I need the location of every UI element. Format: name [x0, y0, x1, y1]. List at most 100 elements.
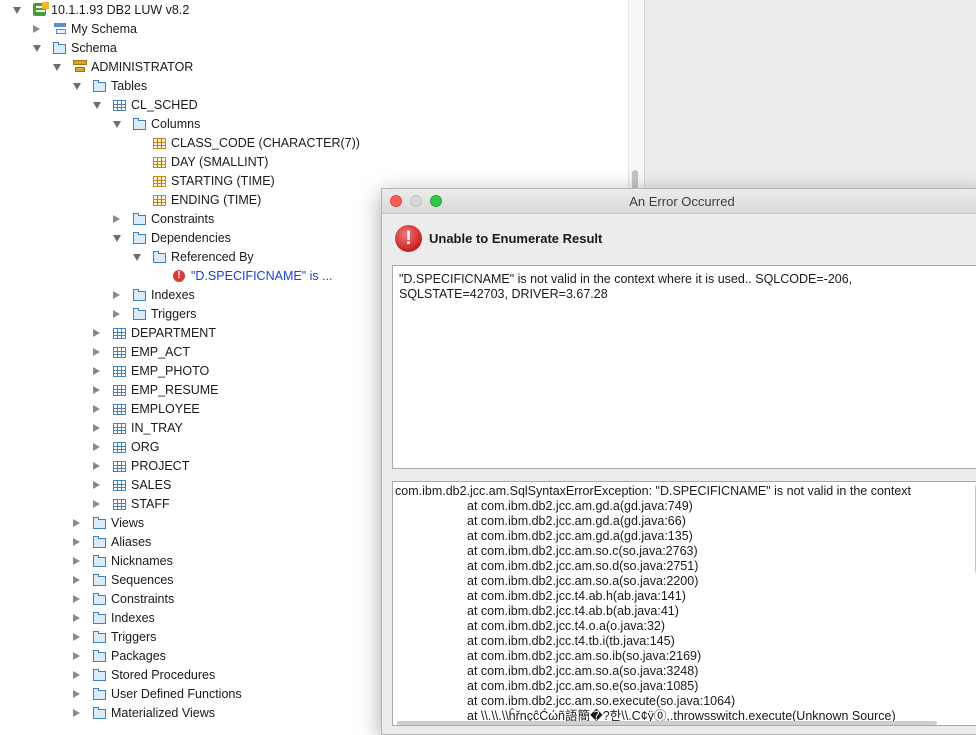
folder-icon — [133, 213, 146, 225]
tree-item-label: Dependencies — [151, 231, 231, 245]
folder-icon — [93, 669, 106, 681]
expanded-arrow-icon[interactable] — [13, 7, 21, 14]
tree-item-label: Constraints — [151, 212, 215, 226]
collapsed-arrow-icon[interactable] — [93, 500, 100, 508]
tree-item-label: Constraints — [111, 592, 175, 606]
tree-item[interactable]: CL_SCHED — [0, 96, 620, 115]
collapsed-arrow-icon[interactable] — [73, 652, 80, 660]
tree-item-label: IN_TRAY — [131, 421, 183, 435]
tree-item-label: Referenced By — [171, 250, 254, 264]
error-dialog: An Error Occurred ! Unable to Enumerate … — [381, 188, 976, 735]
tree-item-label: Triggers — [151, 307, 197, 321]
collapsed-arrow-icon[interactable] — [73, 595, 80, 603]
table-icon — [113, 480, 126, 491]
stack-trace-line: at com.ibm.db2.jcc.am.so.ib(so.java:2169… — [467, 649, 702, 663]
expanded-arrow-icon[interactable] — [73, 83, 81, 90]
collapsed-arrow-icon[interactable] — [73, 538, 80, 546]
stack-trace-line: at com.ibm.db2.jcc.t4.ab.b(ab.java:41) — [467, 604, 679, 618]
stack-trace-line: at com.ibm.db2.jcc.am.so.a(so.java:3248) — [467, 664, 699, 678]
tree-item-label: EMP_PHOTO — [131, 364, 210, 378]
tree-item-label: Indexes — [111, 611, 155, 625]
stack-trace-line: at com.ibm.db2.jcc.am.so.d(so.java:2751) — [467, 559, 699, 573]
collapsed-arrow-icon[interactable] — [93, 367, 100, 375]
tree-item[interactable]: My Schema — [0, 20, 620, 39]
tree-item-label: DAY (SMALLINT) — [171, 155, 269, 169]
collapsed-arrow-icon[interactable] — [93, 481, 100, 489]
tree-item[interactable]: CLASS_CODE (CHARACTER(7)) — [0, 134, 620, 153]
folder-icon — [53, 42, 66, 54]
tree-item-label: EMP_RESUME — [131, 383, 219, 397]
tree-item-label: Packages — [111, 649, 166, 663]
collapsed-arrow-icon[interactable] — [73, 576, 80, 584]
column-icon — [153, 138, 166, 149]
tree-item-label: My Schema — [71, 22, 137, 36]
column-icon — [153, 157, 166, 168]
collapsed-arrow-icon[interactable] — [113, 291, 120, 299]
table-icon — [113, 442, 126, 453]
folder-icon — [93, 650, 106, 662]
collapsed-arrow-icon[interactable] — [113, 215, 120, 223]
stack-trace-lines: com.ibm.db2.jcc.am.SqlSyntaxErrorExcepti… — [395, 484, 911, 724]
tree-item[interactable]: Tables — [0, 77, 620, 96]
collapsed-arrow-icon[interactable] — [93, 443, 100, 451]
tree-item-label: Sequences — [111, 573, 174, 587]
tree-item-label: CLASS_CODE (CHARACTER(7)) — [171, 136, 360, 150]
stack-trace-line: com.ibm.db2.jcc.am.SqlSyntaxErrorExcepti… — [395, 484, 912, 498]
tree-item-label: 10.1.1.93 DB2 LUW v8.2 — [51, 3, 190, 17]
tree-item[interactable]: Columns — [0, 115, 620, 134]
folder-icon — [93, 555, 106, 567]
folder-icon — [93, 536, 106, 548]
table-icon — [113, 461, 126, 472]
collapsed-arrow-icon[interactable] — [113, 310, 120, 318]
tree-item-label: Materialized Views — [111, 706, 215, 720]
stack-trace-line: at com.ibm.db2.jcc.am.so.e(so.java:1085) — [467, 679, 699, 693]
folder-icon — [133, 289, 146, 301]
tree-item-label: Nicknames — [111, 554, 173, 568]
collapsed-arrow-icon[interactable] — [93, 329, 100, 337]
collapsed-arrow-icon[interactable] — [73, 519, 80, 527]
collapsed-arrow-icon[interactable] — [73, 633, 80, 641]
collapsed-arrow-icon[interactable] — [73, 557, 80, 565]
expanded-arrow-icon[interactable] — [53, 64, 61, 71]
tree-item-label: Columns — [151, 117, 201, 131]
tree-item-label: Triggers — [111, 630, 157, 644]
collapsed-arrow-icon[interactable] — [73, 671, 80, 679]
tree-item-label: DEPARTMENT — [131, 326, 216, 340]
collapsed-arrow-icon[interactable] — [73, 690, 80, 698]
dialog-title: An Error Occurred — [629, 194, 735, 209]
expanded-arrow-icon[interactable] — [113, 121, 121, 128]
stack-trace-line: at com.ibm.db2.jcc.t4.tb.i(tb.java:145) — [467, 634, 675, 648]
stack-trace-box[interactable]: com.ibm.db2.jcc.am.SqlSyntaxErrorExcepti… — [392, 481, 976, 726]
collapsed-arrow-icon[interactable] — [93, 348, 100, 356]
collapsed-arrow-icon[interactable] — [93, 405, 100, 413]
stack-trace-line: at com.ibm.db2.jcc.am.so.a(so.java:2200) — [467, 574, 699, 588]
folder-icon — [133, 118, 146, 130]
stack-trace-line: at com.ibm.db2.jcc.am.gd.a(gd.java:66) — [467, 514, 686, 528]
collapsed-arrow-icon[interactable] — [93, 424, 100, 432]
dialog-titlebar[interactable]: An Error Occurred — [382, 189, 976, 214]
expanded-arrow-icon[interactable] — [113, 235, 121, 242]
error-message-box[interactable]: "D.SPECIFICNAME" is not valid in the con… — [392, 265, 976, 469]
tree-item[interactable]: DAY (SMALLINT) — [0, 153, 620, 172]
stack-trace-horizontal-scrollbar[interactable] — [397, 721, 937, 725]
folder-icon — [133, 232, 146, 244]
tree-item-label: Aliases — [111, 535, 152, 549]
expanded-arrow-icon[interactable] — [33, 45, 41, 52]
table-icon — [113, 328, 126, 339]
collapsed-arrow-icon[interactable] — [73, 614, 80, 622]
table-icon — [113, 404, 126, 415]
error-heading: Unable to Enumerate Result — [429, 231, 603, 246]
collapsed-arrow-icon[interactable] — [93, 462, 100, 470]
collapsed-arrow-icon[interactable] — [93, 386, 100, 394]
tree-item[interactable]: Schema — [0, 39, 620, 58]
tree-item-label: SALES — [131, 478, 172, 492]
tree-item[interactable]: 10.1.1.93 DB2 LUW v8.2 — [0, 1, 620, 20]
stack-trace-line: at com.ibm.db2.jcc.t4.ab.h(ab.java:141) — [467, 589, 686, 603]
expanded-arrow-icon[interactable] — [93, 102, 101, 109]
table-icon — [113, 499, 126, 510]
collapsed-arrow-icon[interactable] — [33, 25, 40, 33]
stack-trace-line: at com.ibm.db2.jcc.am.gd.a(gd.java:749) — [467, 499, 693, 513]
expanded-arrow-icon[interactable] — [133, 254, 141, 261]
tree-item[interactable]: ADMINISTRATOR — [0, 58, 620, 77]
collapsed-arrow-icon[interactable] — [73, 709, 80, 717]
